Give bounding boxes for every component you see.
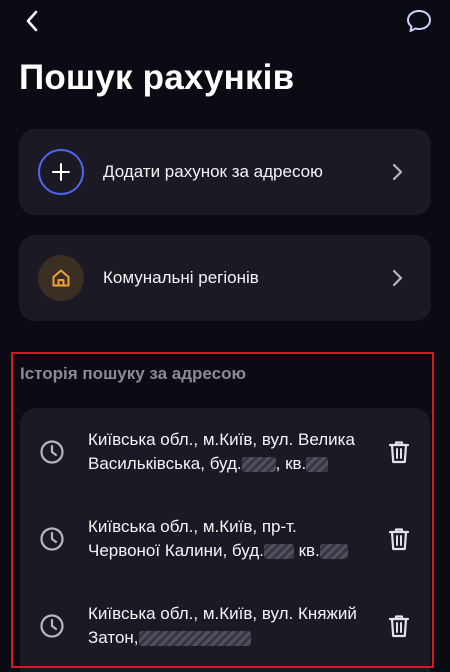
chat-bubble-icon[interactable] — [404, 6, 434, 36]
highlight-frame — [11, 352, 434, 668]
top-bar — [0, 0, 450, 44]
chevron-right-icon — [392, 269, 403, 287]
chevron-left-icon[interactable] — [18, 6, 48, 36]
add-account-by-address-button[interactable]: Додати рахунок за адресою — [19, 129, 431, 215]
plus-icon — [38, 149, 84, 195]
page-title: Пошук рахунків — [19, 58, 295, 97]
chevron-right-icon — [392, 163, 403, 181]
home-icon — [38, 255, 84, 301]
utilities-regions-button[interactable]: Комунальні регіонів — [19, 235, 431, 321]
utilities-regions-label: Комунальні регіонів — [103, 268, 259, 287]
add-account-label: Додати рахунок за адресою — [103, 162, 323, 181]
